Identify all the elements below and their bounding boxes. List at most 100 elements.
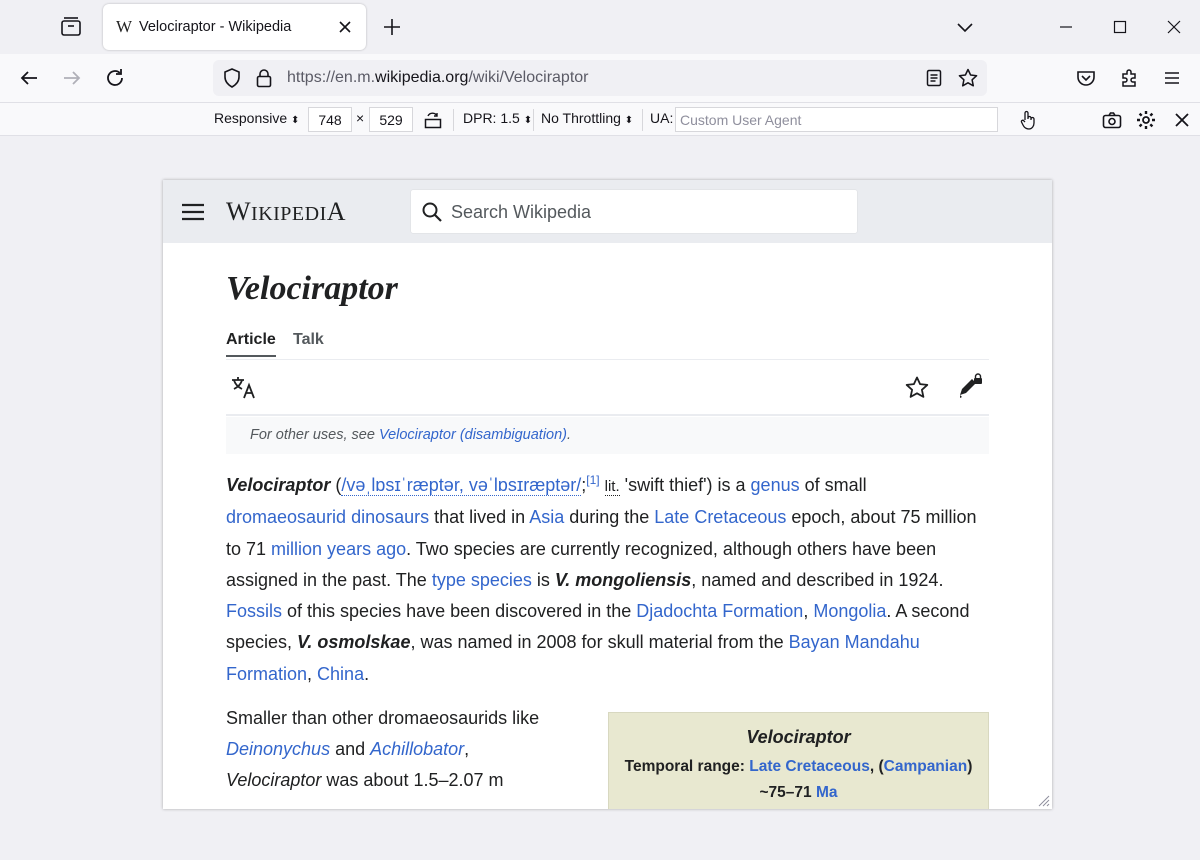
ma-link[interactable]: Ma xyxy=(816,784,838,801)
taxobox: Velociraptor Temporal range: Late Cretac… xyxy=(608,712,989,809)
page-title: Velociraptor xyxy=(226,270,398,307)
dpr-selector-label: DPR: 1.5 xyxy=(463,110,520,126)
china-link[interactable]: China xyxy=(317,664,364,684)
minimize-window-icon[interactable] xyxy=(1052,13,1080,41)
throttling-selector-label: No Throttling xyxy=(541,110,621,126)
bookmark-star-icon[interactable] xyxy=(957,67,979,89)
ipa-link[interactable]: /vəˌlɒsɪˈræptər, vəˈlɒsɪræptər/ xyxy=(341,475,582,496)
deinonychus-link[interactable]: Deinonychus xyxy=(226,739,330,759)
reference-link[interactable]: [1] xyxy=(586,473,599,487)
url-bar[interactable]: https://en.m.wikipedia.org/wiki/Velocira… xyxy=(213,60,987,96)
settings-gear-icon[interactable] xyxy=(1135,109,1157,131)
tab-article[interactable]: Article xyxy=(226,331,276,357)
species-name: V. osmolskae xyxy=(297,632,411,653)
text: that lived in xyxy=(429,507,530,528)
user-agent-input[interactable]: Custom User Agent xyxy=(675,107,998,132)
list-all-tabs-chevron-icon[interactable] xyxy=(953,15,977,39)
text: ) xyxy=(967,758,973,775)
text: of this species have been discovered in … xyxy=(282,601,637,622)
lock-icon[interactable] xyxy=(253,67,275,89)
maximize-window-icon[interactable] xyxy=(1106,13,1134,41)
late-cretaceous-link[interactable]: Late Cretaceous xyxy=(654,507,786,527)
text: 'swift thief') is a xyxy=(619,475,751,495)
back-arrow-icon[interactable] xyxy=(17,66,41,90)
extensions-puzzle-icon[interactable] xyxy=(1118,66,1142,90)
genus-link[interactable]: genus xyxy=(751,475,800,495)
url-path: /wiki/Velociraptor xyxy=(468,69,589,86)
fossils-link[interactable]: Fossils xyxy=(226,601,282,621)
watch-star-icon[interactable] xyxy=(904,375,930,401)
text: is xyxy=(531,569,555,590)
bold-title: Velociraptor xyxy=(226,475,331,495)
species-name: V. mongoliensis xyxy=(554,569,692,590)
close-rdm-icon[interactable] xyxy=(1171,109,1193,131)
text: of small xyxy=(799,475,867,495)
throttling-selector[interactable]: No Throttling ⬍ xyxy=(541,110,633,126)
wikipedia-header: WIKIPEDIA Search Wikipedia xyxy=(163,180,1052,243)
toolbar-divider xyxy=(453,109,454,131)
active-tab[interactable]: W Velociraptor - Wikipedia xyxy=(103,4,366,50)
mongolia-link[interactable]: Mongolia xyxy=(813,601,886,621)
close-tab-icon[interactable] xyxy=(330,12,360,42)
infobox-title: Velociraptor xyxy=(746,727,851,747)
url-host: wikipedia.org xyxy=(375,69,469,86)
dimension-separator: × xyxy=(356,110,365,126)
touch-simulation-hand-icon[interactable] xyxy=(1017,109,1039,131)
screenshot-camera-icon[interactable] xyxy=(1101,109,1123,131)
hatnote-text: . xyxy=(567,427,572,443)
page-actions xyxy=(226,361,989,416)
new-tab-plus-icon[interactable] xyxy=(380,15,404,39)
asia-link[interactable]: Asia xyxy=(529,507,564,527)
dromaeosaurid-link[interactable]: dromaeosaurid dinosaurs xyxy=(226,507,429,527)
tab-talk[interactable]: Talk xyxy=(293,331,324,349)
rotate-viewport-icon[interactable] xyxy=(422,109,444,131)
late-cretaceous-link[interactable]: Late Cretaceous xyxy=(749,758,870,775)
viewport-width-input[interactable]: 748 xyxy=(308,107,352,132)
toolbar-divider xyxy=(533,109,534,131)
viewport-resize-handle[interactable] xyxy=(1036,793,1050,807)
dpr-selector[interactable]: DPR: 1.5 ⬍ xyxy=(463,110,532,126)
logo-letter: W xyxy=(226,197,252,226)
text: , xyxy=(307,663,318,684)
wikipedia-wordmark[interactable]: WIKIPEDIA xyxy=(226,197,346,227)
hamburger-menu-icon[interactable] xyxy=(1160,66,1184,90)
djadochta-link[interactable]: Djadochta Formation xyxy=(636,601,803,621)
device-selector[interactable]: Responsive ⬍ xyxy=(214,110,299,126)
pocket-icon[interactable] xyxy=(1074,66,1098,90)
lit-abbr: lit. xyxy=(604,478,620,496)
toolbar-divider xyxy=(642,109,643,131)
tracking-protection-shield-icon[interactable] xyxy=(221,67,243,89)
disambiguation-link[interactable]: Velociraptor (disambiguation) xyxy=(379,427,567,443)
lead-paragraph: Velociraptor (/vəˌlɒsɪˈræptər, vəˈlɒsɪræ… xyxy=(226,465,989,690)
text: was about 1.5–2.07 m xyxy=(321,770,504,790)
campanian-link[interactable]: Campanian xyxy=(884,758,968,775)
text: . xyxy=(364,663,370,684)
url-text[interactable]: https://en.m.wikipedia.org/wiki/Velocira… xyxy=(287,69,588,87)
million-years-ago-link[interactable]: million years ago xyxy=(271,539,406,559)
user-agent-label: UA: xyxy=(650,110,674,126)
viewport-height-input[interactable]: 529 xyxy=(369,107,413,132)
page-viewport: WIKIPEDIA Search Wikipedia Velociraptor … xyxy=(163,180,1052,809)
text: Smaller than other dromaeosaurids like xyxy=(226,708,540,728)
search-icon xyxy=(421,201,443,223)
url-prefix: https://en.m. xyxy=(287,69,376,86)
type-species-link[interactable]: type species xyxy=(432,570,532,590)
genus-name: Velociraptor xyxy=(226,770,322,790)
reload-icon[interactable] xyxy=(103,66,127,90)
achillobator-link[interactable]: Achillobator xyxy=(370,739,464,759)
edit-locked-pencil-icon[interactable] xyxy=(956,373,984,401)
forward-arrow-icon[interactable] xyxy=(60,66,84,90)
text: , xyxy=(464,739,470,759)
firefox-view-icon[interactable] xyxy=(58,14,84,40)
text: , was named in 2008 for skull material f… xyxy=(410,632,789,653)
language-translate-icon[interactable] xyxy=(230,375,258,401)
temporal-range: Temporal range: Late Cretaceous, (Campan… xyxy=(609,754,988,806)
second-paragraph: Smaller than other dromaeosaurids like D… xyxy=(226,703,586,796)
wikipedia-search-input[interactable]: Search Wikipedia xyxy=(411,190,857,233)
device-selector-label: Responsive xyxy=(214,110,288,126)
close-window-icon[interactable] xyxy=(1160,13,1188,41)
responsive-design-toolbar: Responsive ⬍ 748 × 529 DPR: 1.5 ⬍ No Thr… xyxy=(0,102,1200,136)
text: , ( xyxy=(869,758,884,775)
reader-view-icon[interactable] xyxy=(924,68,944,88)
main-menu-icon[interactable] xyxy=(181,202,205,222)
